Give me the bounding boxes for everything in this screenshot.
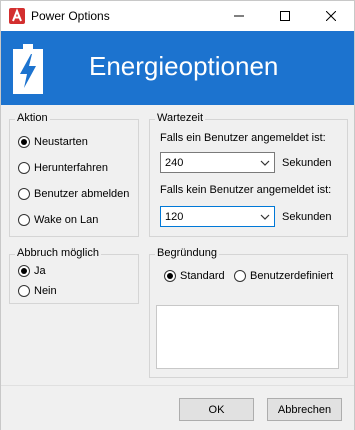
reason-textarea[interactable] [156,305,339,369]
logged-in-label: Falls ein Benutzer angemeldet ist: [160,132,326,144]
minimize-icon [234,15,244,17]
logged-out-label: Falls kein Benutzer angemeldet ist: [160,184,332,196]
radio-nein[interactable]: Nein [18,285,57,297]
radio-ja[interactable]: Ja [18,265,46,277]
radio-benutzerdefiniert[interactable]: Benutzerdefiniert [234,270,333,282]
begruendung-group: Begründung Standard Benutzerdefiniert [149,247,348,378]
radio-label: Ja [34,265,46,277]
abbruch-group: Abbruch möglich Ja Nein [9,247,139,304]
radio-label: Benutzerdefiniert [250,270,334,282]
aktion-group: Aktion Neustarten Herunterfahren Benutze… [9,112,139,237]
radio-label: Herunterfahren [34,162,108,174]
radio-circle [18,136,30,148]
radio-benutzer-abmelden[interactable]: Benutzer abmelden [18,188,129,200]
cancel-button[interactable]: Abbrechen [267,398,342,421]
logged-in-unit: Sekunden [282,157,332,169]
radio-neustarten[interactable]: Neustarten [18,136,88,148]
window-title: Power Options [31,9,110,23]
logged-out-timeout-select[interactable]: 120 [160,206,275,227]
wartezeit-group-label: Wartezeit [155,112,206,124]
radio-circle [234,270,246,282]
radio-circle [18,285,30,297]
logged-out-timeout-value: 120 [165,211,184,223]
radio-circle [18,214,30,226]
radio-herunterfahren[interactable]: Herunterfahren [18,162,108,174]
radio-circle [18,265,30,277]
radio-wake-on-lan[interactable]: Wake on Lan [18,214,98,226]
chevron-down-icon [260,160,270,166]
minimize-button[interactable] [216,1,262,31]
radio-circle [164,270,176,282]
begruendung-group-label: Begründung [155,247,219,259]
logged-out-unit: Sekunden [282,211,332,223]
logged-in-timeout-select[interactable]: 240 [160,152,275,173]
ok-button[interactable]: OK [179,398,254,421]
radio-label: Benutzer abmelden [34,188,130,200]
maximize-icon [280,11,290,21]
radio-label: Wake on Lan [34,214,99,226]
app-icon [9,8,25,24]
aktion-group-label: Aktion [15,112,50,124]
radio-label: Nein [34,285,57,297]
radio-standard[interactable]: Standard [164,270,225,282]
header-banner: Energieoptionen [1,31,354,105]
radio-circle [18,188,30,200]
battery-charging-icon [13,44,43,94]
wartezeit-group: Wartezeit Falls ein Benutzer angemeldet … [149,112,348,237]
title-bar: Power Options [1,1,354,31]
chevron-down-icon [260,214,270,220]
radio-circle [18,162,30,174]
close-icon [326,11,336,21]
banner-title: Energieoptionen [89,51,279,81]
dialog-footer: OK Abbrechen [1,385,354,430]
radio-label: Neustarten [34,136,88,148]
abbruch-group-label: Abbruch möglich [15,247,101,259]
close-button[interactable] [308,1,354,31]
logged-in-timeout-value: 240 [165,157,184,169]
power-options-window: Power Options Energieoptionen Aktion Neu… [0,0,355,430]
radio-label: Standard [180,270,225,282]
maximize-button[interactable] [262,1,308,31]
